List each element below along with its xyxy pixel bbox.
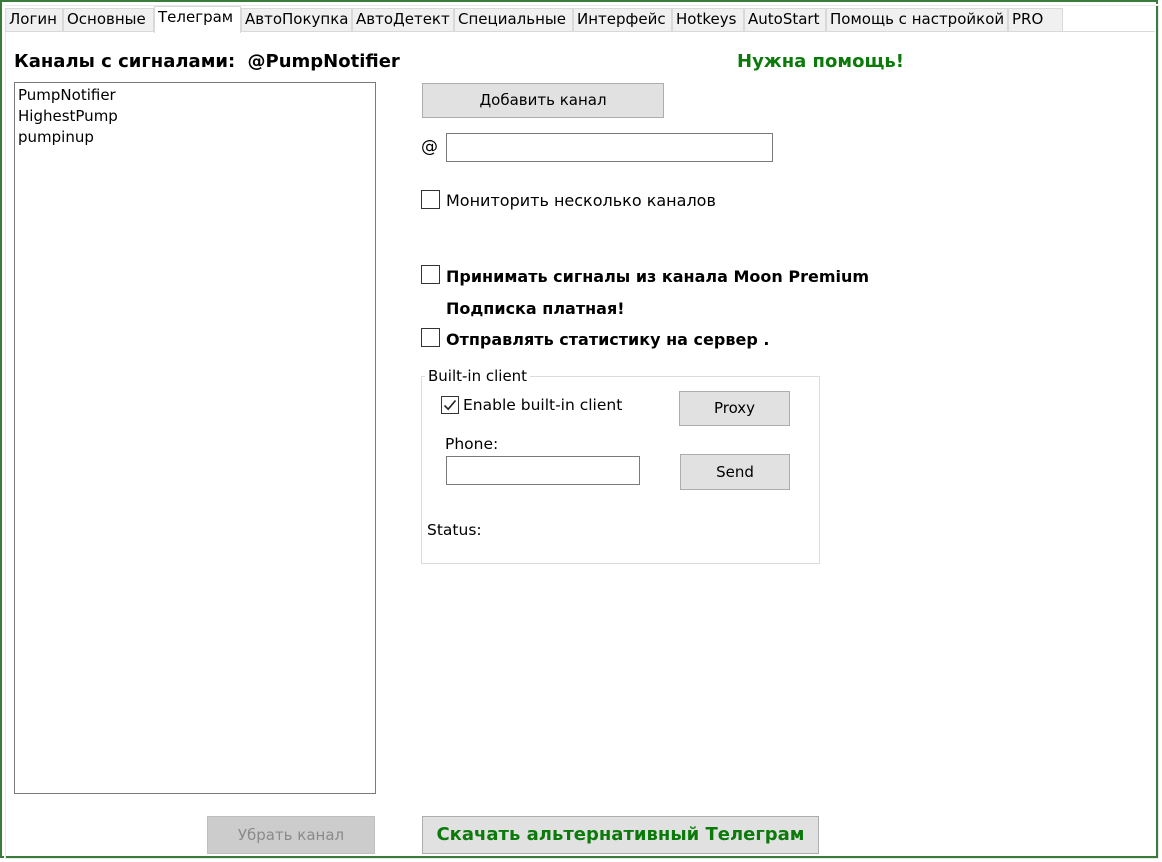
checkmark-icon [443, 399, 457, 411]
main-window: Логин Основные Телеграм АвтоПокупка Авто… [0, 0, 1160, 860]
tab-login[interactable]: Логин [5, 8, 63, 31]
moon-premium-label: Принимать сигналы из канала Moon Premium [446, 267, 870, 286]
channel-name-input[interactable] [446, 133, 773, 162]
tab-setup-help[interactable]: Помощь с настройкой [826, 8, 1008, 31]
builtin-client-group-title: Built-in client [425, 367, 531, 385]
tab-interface[interactable]: Интерфейс [573, 8, 672, 31]
tab-bar: Логин Основные Телеграм АвтоПокупка Авто… [5, 6, 1155, 33]
channels-heading: Каналы с сигналами: @PumpNotifier [14, 51, 400, 72]
status-label: Status: [427, 521, 482, 539]
phone-label: Phone: [445, 435, 499, 453]
list-item[interactable]: HighestPump [15, 106, 375, 127]
tab-main[interactable]: Основные [63, 8, 154, 31]
send-button[interactable]: Send [680, 454, 790, 490]
help-link[interactable]: Нужна помощь! [737, 51, 904, 72]
tab-autostart[interactable]: AutoStart [744, 8, 826, 31]
tab-special[interactable]: Специальные [454, 8, 573, 31]
tab-hotkeys[interactable]: Hotkeys [672, 8, 744, 31]
send-stats-checkbox[interactable] [421, 328, 440, 347]
monitor-multiple-label: Мониторить несколько каналов [446, 191, 716, 210]
enable-builtin-label: Enable built-in client [463, 396, 623, 414]
phone-input[interactable] [446, 456, 640, 485]
moon-premium-checkbox[interactable] [421, 265, 440, 284]
proxy-button[interactable]: Proxy [679, 391, 790, 426]
official-channel-name: @PumpNotifier [247, 51, 400, 72]
channels-title: Каналы с сигналами: [14, 51, 236, 72]
list-item[interactable]: pumpinup [15, 127, 375, 148]
list-item[interactable]: PumpNotifier [15, 85, 375, 106]
tab-autodetect[interactable]: АвтоДетект [352, 8, 454, 31]
channels-list[interactable]: PumpNotifier HighestPump pumpinup [14, 82, 376, 794]
subscription-note: Подписка платная! [446, 299, 625, 318]
tab-autobuy[interactable]: АвтоПокупка [241, 8, 352, 31]
monitor-multiple-checkbox[interactable] [421, 190, 440, 209]
remove-channel-button[interactable]: Убрать канал [207, 816, 375, 854]
tab-pro[interactable]: PRO [1008, 8, 1063, 31]
download-alt-telegram-button[interactable]: Скачать альтернативный Телеграм [422, 816, 819, 854]
tab-telegram[interactable]: Телеграм [154, 6, 241, 33]
add-channel-button[interactable]: Добавить канал [422, 83, 664, 118]
enable-builtin-checkbox[interactable] [441, 396, 459, 414]
send-stats-label: Отправлять статистику на сервер . [446, 330, 770, 349]
at-symbol-label: @ [421, 137, 438, 157]
